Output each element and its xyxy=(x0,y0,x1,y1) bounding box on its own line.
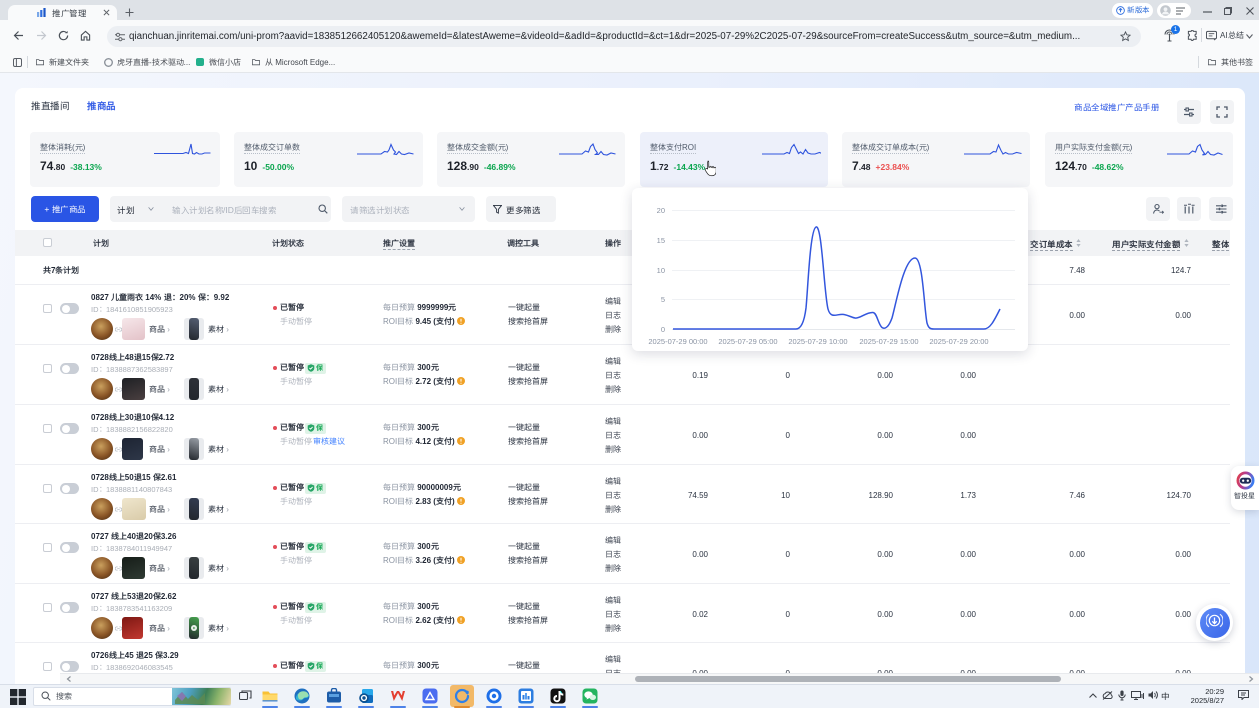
svg-text:2025-07-29 20:00: 2025-07-29 20:00 xyxy=(929,337,988,346)
svg-text:5: 5 xyxy=(661,295,665,304)
svg-text:2025-07-29 10:00: 2025-07-29 10:00 xyxy=(788,337,847,346)
svg-text:0: 0 xyxy=(661,325,665,334)
svg-text:2025-07-29 00:00: 2025-07-29 00:00 xyxy=(648,337,707,346)
svg-text:20: 20 xyxy=(657,206,665,215)
svg-text:10: 10 xyxy=(657,266,665,275)
svg-text:15: 15 xyxy=(657,236,665,245)
svg-text:2025-07-29 15:00: 2025-07-29 15:00 xyxy=(859,337,918,346)
svg-text:2025-07-29 05:00: 2025-07-29 05:00 xyxy=(718,337,777,346)
